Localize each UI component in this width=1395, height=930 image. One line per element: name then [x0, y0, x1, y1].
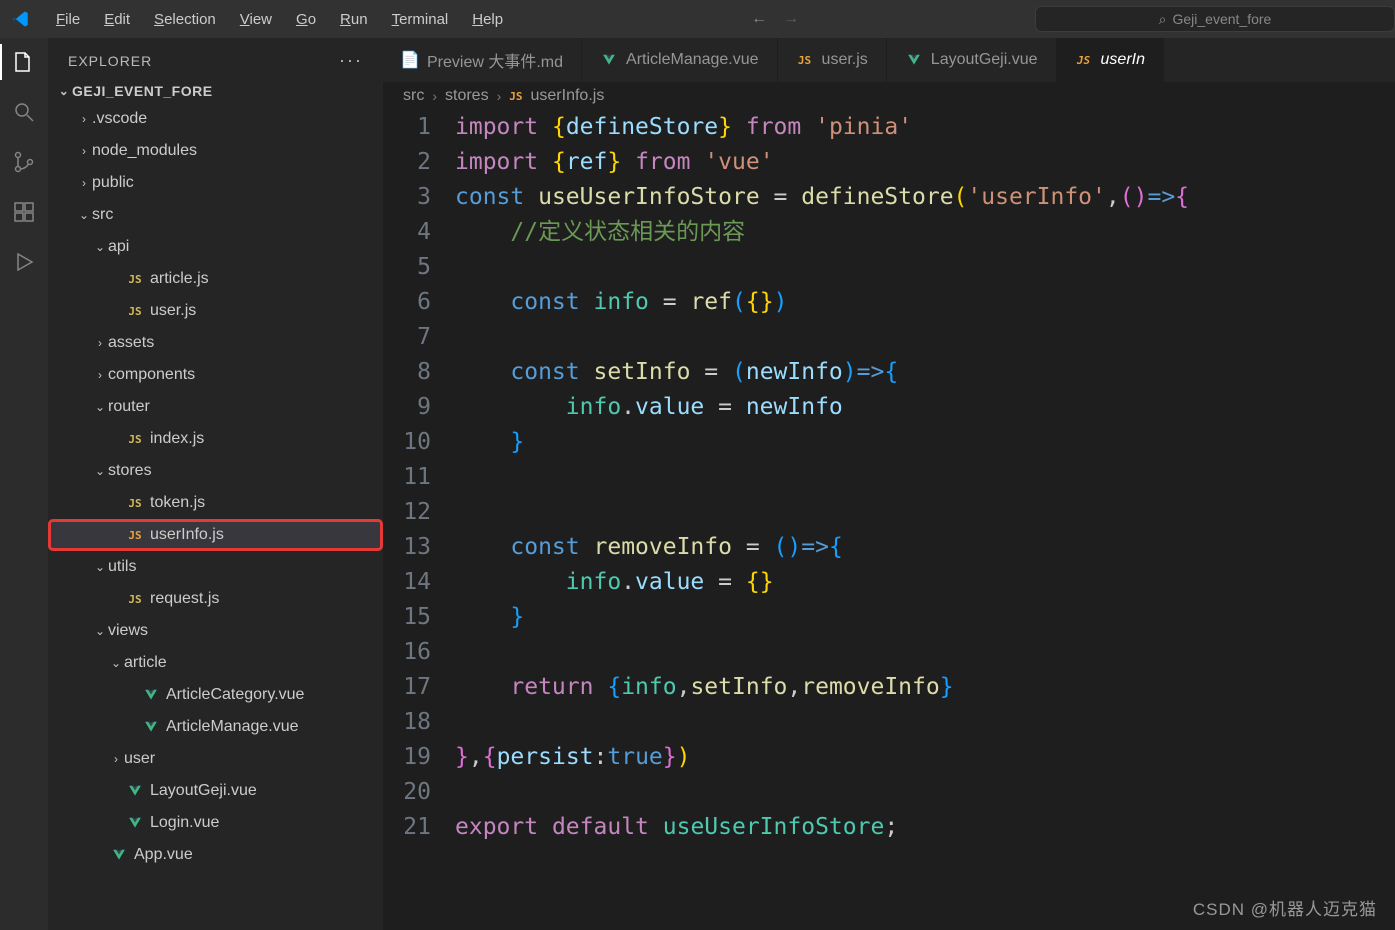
folder-article[interactable]: ⌄article — [48, 647, 383, 679]
folder-stores[interactable]: ⌄stores — [48, 455, 383, 487]
js-file-icon: JS — [509, 90, 522, 103]
menu-bar: FileEditSelectionViewGoRunTerminalHelp — [44, 7, 515, 32]
tab-LayoutGeji.vue[interactable]: LayoutGeji.vue — [887, 38, 1057, 82]
file-userInfo.js[interactable]: JSuserInfo.js — [48, 519, 383, 551]
tab-userInfo.js[interactable]: JSuserIn — [1057, 38, 1164, 82]
folder-public[interactable]: ›public — [48, 167, 383, 199]
tab-Preview 大事件.md[interactable]: 📄Preview 大事件.md — [383, 38, 582, 82]
vscode-logo-icon — [12, 8, 34, 30]
search-icon: ⌕ — [1159, 11, 1167, 28]
command-center-search[interactable]: ⌕ Geji_event_fore — [1035, 6, 1395, 32]
breadcrumb-part[interactable]: src — [403, 87, 424, 105]
file-LayoutGeji.vue[interactable]: LayoutGeji.vue — [48, 775, 383, 807]
tab-ArticleManage.vue[interactable]: ArticleManage.vue — [582, 38, 778, 82]
title-bar: FileEditSelectionViewGoRunTerminalHelp ←… — [0, 0, 1395, 38]
folder-router[interactable]: ⌄router — [48, 391, 383, 423]
menu-help[interactable]: Help — [460, 7, 515, 32]
menu-file[interactable]: File — [44, 7, 92, 32]
nav-forward-icon[interactable]: → — [783, 10, 799, 28]
folder-assets[interactable]: ›assets — [48, 327, 383, 359]
editor-tabs: 📄Preview 大事件.mdArticleManage.vueJSuser.j… — [383, 38, 1395, 82]
file-article.js[interactable]: JSarticle.js — [48, 263, 383, 295]
file-Login.vue[interactable]: Login.vue — [48, 807, 383, 839]
line-numbers: 123456789101112131415161718192021 — [383, 110, 455, 930]
folder-utils[interactable]: ⌄utils — [48, 551, 383, 583]
folder-.vscode[interactable]: ›.vscode — [48, 103, 383, 135]
chevron-right-icon: › — [432, 88, 437, 104]
file-App.vue[interactable]: App.vue — [48, 839, 383, 871]
breadcrumb-part[interactable]: stores — [445, 87, 489, 105]
file-ArticleManage.vue[interactable]: ArticleManage.vue — [48, 711, 383, 743]
explorer-icon[interactable] — [10, 48, 38, 76]
file-token.js[interactable]: JStoken.js — [48, 487, 383, 519]
sidebar-title: EXPLORER — [68, 53, 152, 69]
nav-back-icon[interactable]: ← — [751, 10, 767, 28]
file-user.js[interactable]: JSuser.js — [48, 295, 383, 327]
editor-area: 📄Preview 大事件.mdArticleManage.vueJSuser.j… — [383, 38, 1395, 930]
menu-edit[interactable]: Edit — [92, 7, 142, 32]
menu-go[interactable]: Go — [284, 7, 328, 32]
search-placeholder: Geji_event_fore — [1173, 11, 1272, 27]
menu-terminal[interactable]: Terminal — [380, 7, 461, 32]
folder-node_modules[interactable]: ›node_modules — [48, 135, 383, 167]
sidebar-more-icon[interactable]: ··· — [339, 50, 363, 71]
project-header[interactable]: ⌄ GEJI_EVENT_FORE — [48, 79, 383, 103]
folder-components[interactable]: ›components — [48, 359, 383, 391]
extensions-icon[interactable] — [10, 198, 38, 226]
folder-views[interactable]: ⌄views — [48, 615, 383, 647]
project-name: GEJI_EVENT_FORE — [72, 83, 213, 99]
menu-run[interactable]: Run — [328, 7, 380, 32]
folder-user[interactable]: ›user — [48, 743, 383, 775]
folder-api[interactable]: ⌄api — [48, 231, 383, 263]
breadcrumb-part[interactable]: userInfo.js — [531, 87, 605, 105]
source-control-icon[interactable] — [10, 148, 38, 176]
menu-view[interactable]: View — [228, 7, 284, 32]
chevron-right-icon: › — [497, 88, 502, 104]
run-debug-icon[interactable] — [10, 248, 38, 276]
code-editor[interactable]: 123456789101112131415161718192021 import… — [383, 110, 1395, 930]
file-ArticleCategory.vue[interactable]: ArticleCategory.vue — [48, 679, 383, 711]
file-index.js[interactable]: JSindex.js — [48, 423, 383, 455]
code-content[interactable]: import {defineStore} from 'pinia'import … — [455, 110, 1395, 930]
folder-src[interactable]: ⌄src — [48, 199, 383, 231]
search-icon[interactable] — [10, 98, 38, 126]
sidebar: EXPLORER ··· ⌄ GEJI_EVENT_FORE ›.vscode›… — [48, 38, 383, 930]
file-request.js[interactable]: JSrequest.js — [48, 583, 383, 615]
menu-selection[interactable]: Selection — [142, 7, 228, 32]
breadcrumb[interactable]: src › stores › JS userInfo.js — [383, 82, 1395, 110]
tab-user.js[interactable]: JSuser.js — [778, 38, 887, 82]
activity-bar — [0, 38, 48, 930]
